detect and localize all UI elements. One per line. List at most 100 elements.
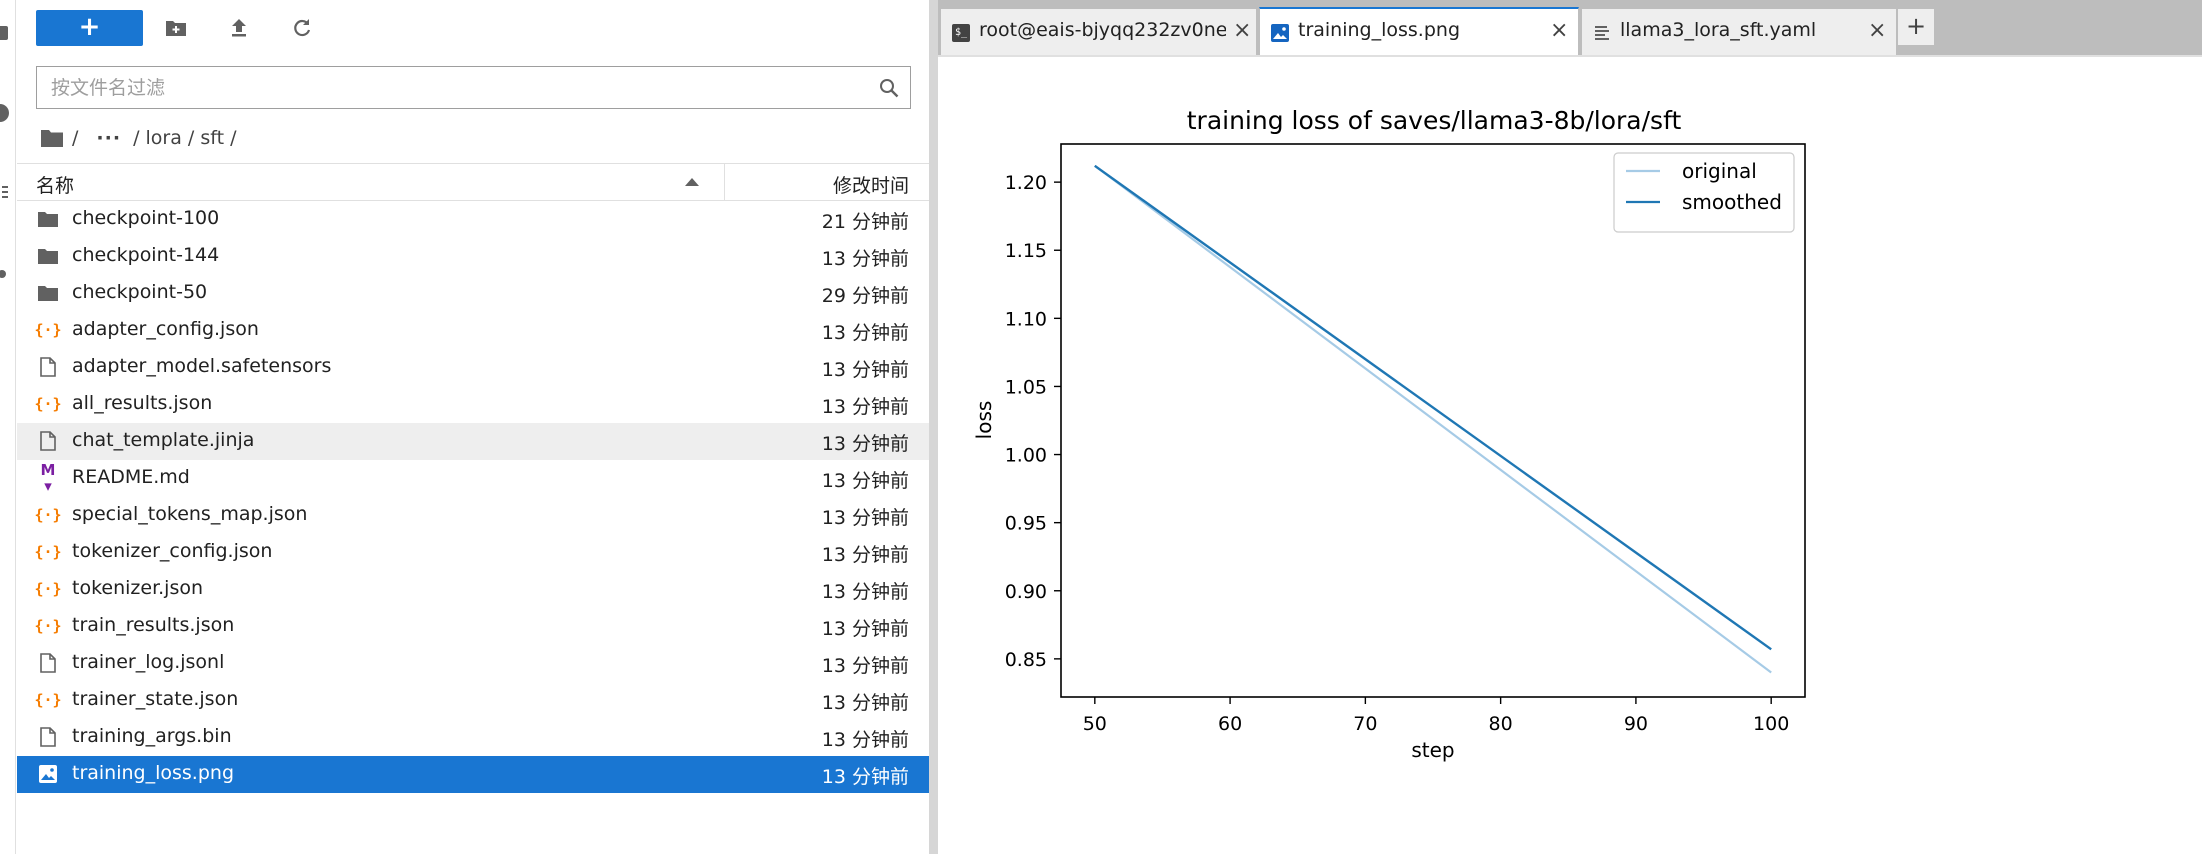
y-tick-label: 0.95 <box>1005 513 1047 535</box>
file-modified: 13 分钟前 <box>821 507 909 529</box>
file-list: checkpoint-100 21 分钟前 checkpoint-144 13 分钟前… <box>17 201 929 793</box>
file-row[interactable]: {·} adapter_config.json 13 分钟前 <box>17 312 929 349</box>
filter-input[interactable] <box>37 67 857 108</box>
new-folder-button[interactable] <box>162 14 190 42</box>
tab-yaml-file[interactable]: llama3_lora_sft.yaml × <box>1581 8 1897 55</box>
x-tick-label: 50 <box>1083 713 1107 735</box>
file-row[interactable]: {·} special_tokens_map.json 13 分钟前 <box>17 497 929 534</box>
breadcrumb-ellipsis[interactable]: ··· <box>96 127 121 149</box>
file-browser: + / ··· / lora / sft / 名称 修改时间 checkpoin… <box>17 0 929 854</box>
series-line-smoothed <box>1094 164 1772 651</box>
file-modified: 29 分钟前 <box>821 285 909 307</box>
tab-terminal[interactable]: $_ root@eais-bjyqq232zv0ne6: × <box>940 8 1257 55</box>
file-modified: 21 分钟前 <box>821 211 909 233</box>
x-tick-label: 100 <box>1753 713 1789 735</box>
file-row[interactable]: {·} trainer_state.json 13 分钟前 <box>17 682 929 719</box>
file-name: train_results.json <box>72 614 235 636</box>
refresh-button[interactable] <box>288 14 316 42</box>
file-name: checkpoint-144 <box>72 244 220 266</box>
file-modified: 13 分钟前 <box>821 433 909 455</box>
close-icon[interactable]: × <box>1550 18 1568 43</box>
folder-icon <box>38 209 58 229</box>
file-name: checkpoint-50 <box>72 281 208 303</box>
column-modified-header[interactable]: 修改时间 <box>833 171 909 198</box>
activity-bar <box>0 0 16 854</box>
file-name: all_results.json <box>72 392 213 414</box>
file-row[interactable]: {·} tokenizer.json 13 分钟前 <box>17 571 929 608</box>
file-icon <box>38 727 58 747</box>
json-file-icon: {·} <box>34 395 62 413</box>
plus-icon: + <box>78 12 101 42</box>
json-file-icon: {·} <box>34 580 62 598</box>
extensions-activity-icon[interactable] <box>0 270 6 278</box>
file-modified: 13 分钟前 <box>821 729 909 751</box>
commands-activity-icon[interactable] <box>2 186 8 200</box>
folder-icon[interactable] <box>40 128 64 148</box>
close-icon[interactable]: × <box>1868 18 1886 43</box>
folder-icon <box>38 283 58 303</box>
tab-label: root@eais-bjyqq232zv0ne6: <box>979 19 1226 41</box>
json-file-icon: {·} <box>34 321 62 339</box>
file-row[interactable]: adapter_model.safetensors 13 分钟前 <box>17 349 929 386</box>
markdown-icon: M ▾ <box>40 461 56 495</box>
file-icon <box>38 431 58 451</box>
text-file-icon <box>1595 26 1609 40</box>
json-file-icon: {·} <box>34 543 62 561</box>
legend-label-original: original <box>1682 159 1757 183</box>
files-activity-icon[interactable] <box>0 26 8 40</box>
sort-ascending-icon <box>685 178 699 186</box>
file-row[interactable]: M ▾ README.md 13 分钟前 <box>17 460 929 497</box>
y-tick-label: 0.90 <box>1005 581 1047 603</box>
tab-label: llama3_lora_sft.yaml <box>1620 19 1817 41</box>
x-tick-label: 60 <box>1218 713 1242 735</box>
file-name: trainer_log.jsonl <box>72 651 225 673</box>
close-icon[interactable]: × <box>1233 18 1251 43</box>
file-icon <box>38 357 58 377</box>
breadcrumb-root[interactable]: / <box>72 127 78 149</box>
file-name: adapter_model.safetensors <box>72 355 332 377</box>
file-row[interactable]: {·} tokenizer_config.json 13 分钟前 <box>17 534 929 571</box>
column-name-header[interactable]: 名称 <box>36 171 74 198</box>
file-name: checkpoint-100 <box>72 207 220 229</box>
json-file-icon: {·} <box>34 617 62 635</box>
file-modified: 13 分钟前 <box>821 581 909 603</box>
file-name: trainer_state.json <box>72 688 239 710</box>
panel-splitter[interactable] <box>929 0 938 854</box>
json-file-icon: {·} <box>34 691 62 709</box>
file-row[interactable]: {·} all_results.json 13 分钟前 <box>17 386 929 423</box>
breadcrumb-path[interactable]: / lora / sft / <box>133 127 236 149</box>
file-row[interactable]: chat_template.jinja 13 分钟前 <box>17 423 929 460</box>
image-file-icon <box>38 764 58 784</box>
file-name: adapter_config.json <box>72 318 259 340</box>
column-divider[interactable] <box>724 164 725 201</box>
y-tick-label: 1.20 <box>1005 172 1047 194</box>
main-area: $_ root@eais-bjyqq232zv0ne6: × training_… <box>938 0 2202 854</box>
tab-training-loss-image[interactable]: training_loss.png × <box>1259 7 1579 56</box>
file-row[interactable]: training_args.bin 13 分钟前 <box>17 719 929 756</box>
refresh-icon <box>294 19 311 37</box>
terminal-icon: $_ <box>952 24 970 42</box>
file-row[interactable]: checkpoint-50 29 分钟前 <box>17 275 929 312</box>
file-modified: 13 分钟前 <box>821 655 909 677</box>
upload-icon <box>232 19 246 37</box>
y-tick-label: 1.05 <box>1005 376 1047 398</box>
file-row[interactable]: {·} train_results.json 13 分钟前 <box>17 608 929 645</box>
file-name: chat_template.jinja <box>72 429 255 451</box>
file-list-header: 名称 修改时间 <box>17 163 929 201</box>
file-modified: 13 分钟前 <box>821 692 909 714</box>
new-folder-icon <box>166 21 186 36</box>
tab-label: training_loss.png <box>1298 19 1461 41</box>
file-row[interactable]: checkpoint-100 21 分钟前 <box>17 201 929 238</box>
new-launcher-button[interactable]: + <box>36 10 143 46</box>
file-row[interactable]: training_loss.png 13 分钟前 <box>17 756 929 793</box>
file-row[interactable]: checkpoint-144 13 分钟前 <box>17 238 929 275</box>
y-tick-label: 1.00 <box>1005 445 1047 467</box>
running-activity-icon[interactable] <box>0 104 9 122</box>
file-name: tokenizer.json <box>72 577 204 599</box>
upload-button[interactable] <box>225 14 253 42</box>
new-tab-button[interactable]: + <box>1897 8 1935 46</box>
file-modified: 13 分钟前 <box>821 766 909 788</box>
file-browser-toolbar: + <box>17 0 929 56</box>
file-row[interactable]: trainer_log.jsonl 13 分钟前 <box>17 645 929 682</box>
file-name: tokenizer_config.json <box>72 540 273 562</box>
